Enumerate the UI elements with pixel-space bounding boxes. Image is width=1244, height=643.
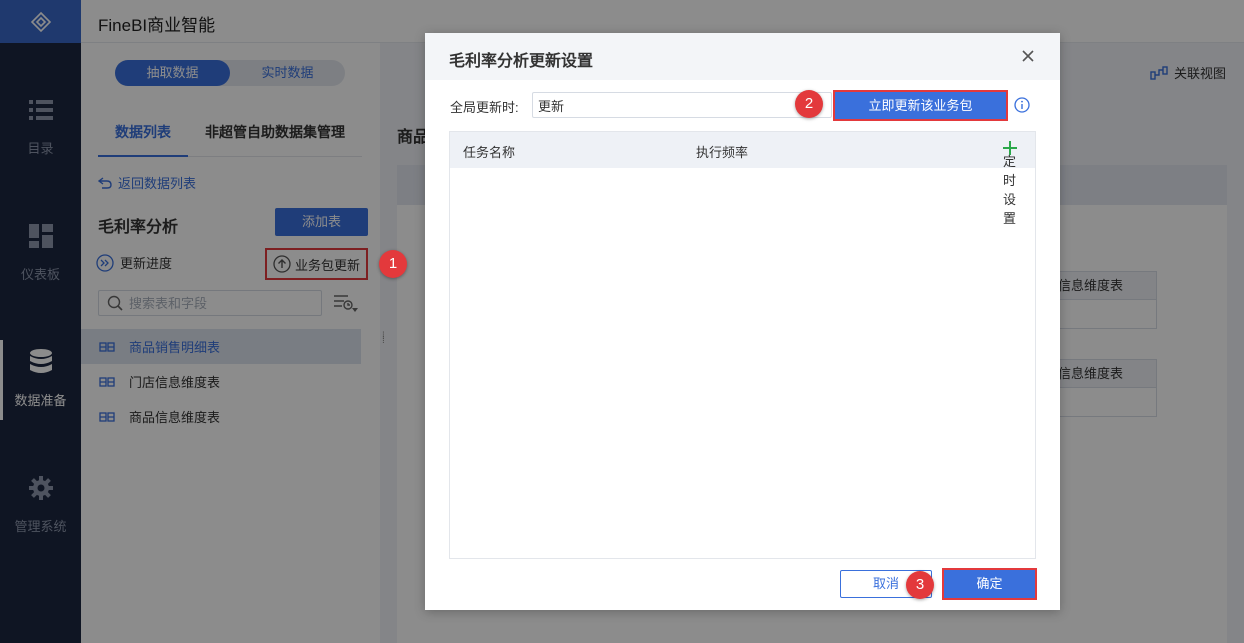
info-icon[interactable]	[1014, 97, 1030, 113]
task-table: 任务名称 执行频率 定时设置	[449, 131, 1036, 559]
col-frequency: 执行频率	[696, 145, 749, 160]
dialog-title: 毛利率分析更新设置	[449, 53, 594, 70]
global-update-field[interactable]	[532, 92, 832, 118]
confirm-button[interactable]: 确定	[942, 568, 1037, 600]
global-update-label: 全局更新时:	[450, 100, 519, 115]
add-timer-button[interactable]: 定时设置	[1003, 141, 1017, 226]
close-icon[interactable]	[1020, 48, 1036, 64]
task-table-header: 任务名称 执行频率 定时设置	[450, 132, 1035, 226]
step-badge-1: 1	[379, 250, 407, 278]
col-task-name: 任务名称	[463, 145, 516, 160]
update-settings-dialog: 毛利率分析更新设置 全局更新时: 立即更新该业务包 任务名称 执行频率 定时设置…	[425, 33, 1060, 610]
timer-label: 定时设置	[1003, 154, 1017, 226]
dialog-header: 毛利率分析更新设置	[425, 33, 1060, 80]
step-badge-3: 3	[906, 571, 934, 599]
update-package-now-button[interactable]: 立即更新该业务包	[833, 90, 1008, 121]
step-badge-2: 2	[795, 90, 823, 118]
